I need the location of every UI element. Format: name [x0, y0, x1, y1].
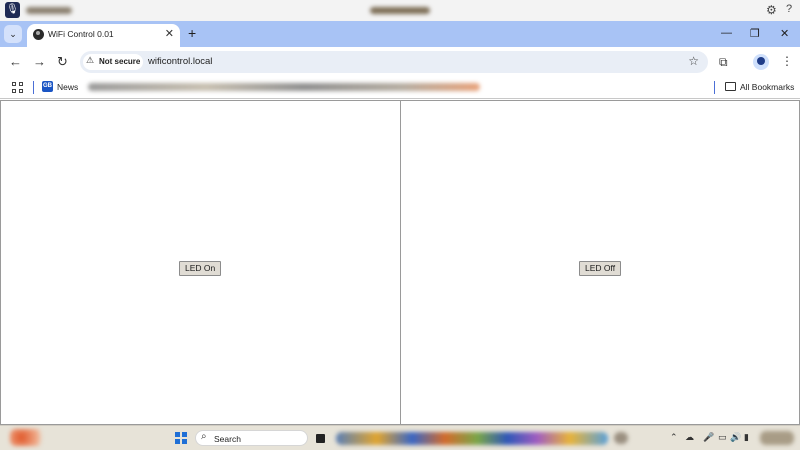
page-content: LED On LED Off — [0, 100, 800, 425]
cloud-icon[interactable]: ☁ — [685, 432, 694, 443]
bookmarks-bar: GB News All Bookmarks — [0, 77, 800, 99]
apps-grid-icon[interactable] — [12, 82, 23, 93]
search-icon: ⌕ — [201, 431, 207, 442]
battery-icon[interactable]: ▮ — [744, 432, 749, 443]
globe-icon — [33, 29, 44, 40]
weather-widget[interactable] — [10, 429, 48, 446]
right-frame: LED Off — [400, 100, 800, 425]
browser-toolbar: ← → ↻ ⚠ Not secure wificontrol.local ☆ ⧉… — [0, 47, 800, 77]
taskbar: ⌕ Search ⌃ ☁ 🎤 ▭ 🔊 ▮ — [0, 425, 800, 450]
led-off-button[interactable]: LED Off — [579, 261, 622, 276]
tab-wifi-control[interactable]: WiFi Control 0.01 ✕ — [27, 24, 180, 47]
left-frame: LED On — [0, 100, 401, 425]
redacted-center-text — [370, 7, 430, 14]
help-icon[interactable]: ? — [786, 3, 792, 15]
display-icon[interactable]: ▭ — [718, 432, 727, 443]
new-tab-button[interactable]: + — [188, 25, 196, 41]
address-bar[interactable]: ⚠ Not secure wificontrol.local ☆ — [80, 51, 708, 73]
remote-session-bar: 🎙 ⚙ ? — [0, 0, 800, 21]
close-window-button[interactable]: ✕ — [780, 27, 789, 40]
bookmark-divider-right — [714, 81, 715, 94]
profile-avatar[interactable] — [753, 54, 769, 70]
task-view-icon[interactable] — [316, 434, 325, 443]
extensions-icon[interactable]: ⧉ — [719, 55, 728, 70]
taskbar-search[interactable]: ⌕ Search — [195, 430, 308, 446]
redacted-app-icon[interactable] — [614, 432, 628, 444]
bookmark-news[interactable]: News — [57, 82, 78, 92]
folder-icon — [725, 82, 736, 91]
led-on-button[interactable]: LED On — [179, 261, 222, 276]
bookmark-divider — [33, 81, 34, 94]
minimize-button[interactable]: — — [721, 27, 732, 39]
tab-search-chevron-icon[interactable]: ⌄ — [4, 25, 22, 43]
tab-close-icon[interactable]: ✕ — [165, 27, 174, 40]
screen: 🎙 ⚙ ? ⌄ WiFi Control 0.01 ✕ + — ❐ ✕ ← → … — [0, 0, 800, 450]
taskbar-search-label: Search — [214, 434, 241, 444]
restore-button[interactable]: ❐ — [750, 27, 760, 40]
back-button[interactable]: ← — [9, 54, 22, 69]
gear-icon[interactable]: ⚙ — [766, 3, 777, 17]
tab-title: WiFi Control 0.01 — [48, 29, 114, 39]
security-label: Not secure — [99, 57, 141, 66]
news-icon: GB — [42, 81, 53, 92]
pinned-apps[interactable] — [336, 432, 608, 445]
reload-button[interactable]: ↻ — [57, 54, 68, 70]
menu-kebab-icon[interactable]: ⋮ — [781, 54, 793, 68]
security-chip[interactable]: ⚠ Not secure — [83, 54, 143, 70]
volume-icon[interactable]: 🔊 — [730, 432, 741, 443]
redacted-title — [26, 7, 72, 14]
url-text[interactable]: wificontrol.local — [148, 56, 212, 67]
start-button[interactable] — [175, 432, 187, 444]
redacted-bookmarks — [88, 83, 480, 91]
forward-button[interactable]: → — [33, 54, 46, 69]
warning-icon: ⚠ — [86, 55, 95, 65]
all-bookmarks-button[interactable]: All Bookmarks — [740, 82, 794, 92]
tray-overflow-icon[interactable]: ⌃ — [670, 432, 678, 443]
microphone-icon[interactable]: 🎙 — [5, 2, 20, 18]
bookmark-star-icon[interactable]: ☆ — [688, 54, 699, 68]
tab-strip: ⌄ WiFi Control 0.01 ✕ + — ❐ ✕ — [0, 21, 800, 47]
microphone-tray-icon[interactable]: 🎤 — [703, 432, 714, 443]
redacted-clock[interactable] — [760, 431, 794, 445]
